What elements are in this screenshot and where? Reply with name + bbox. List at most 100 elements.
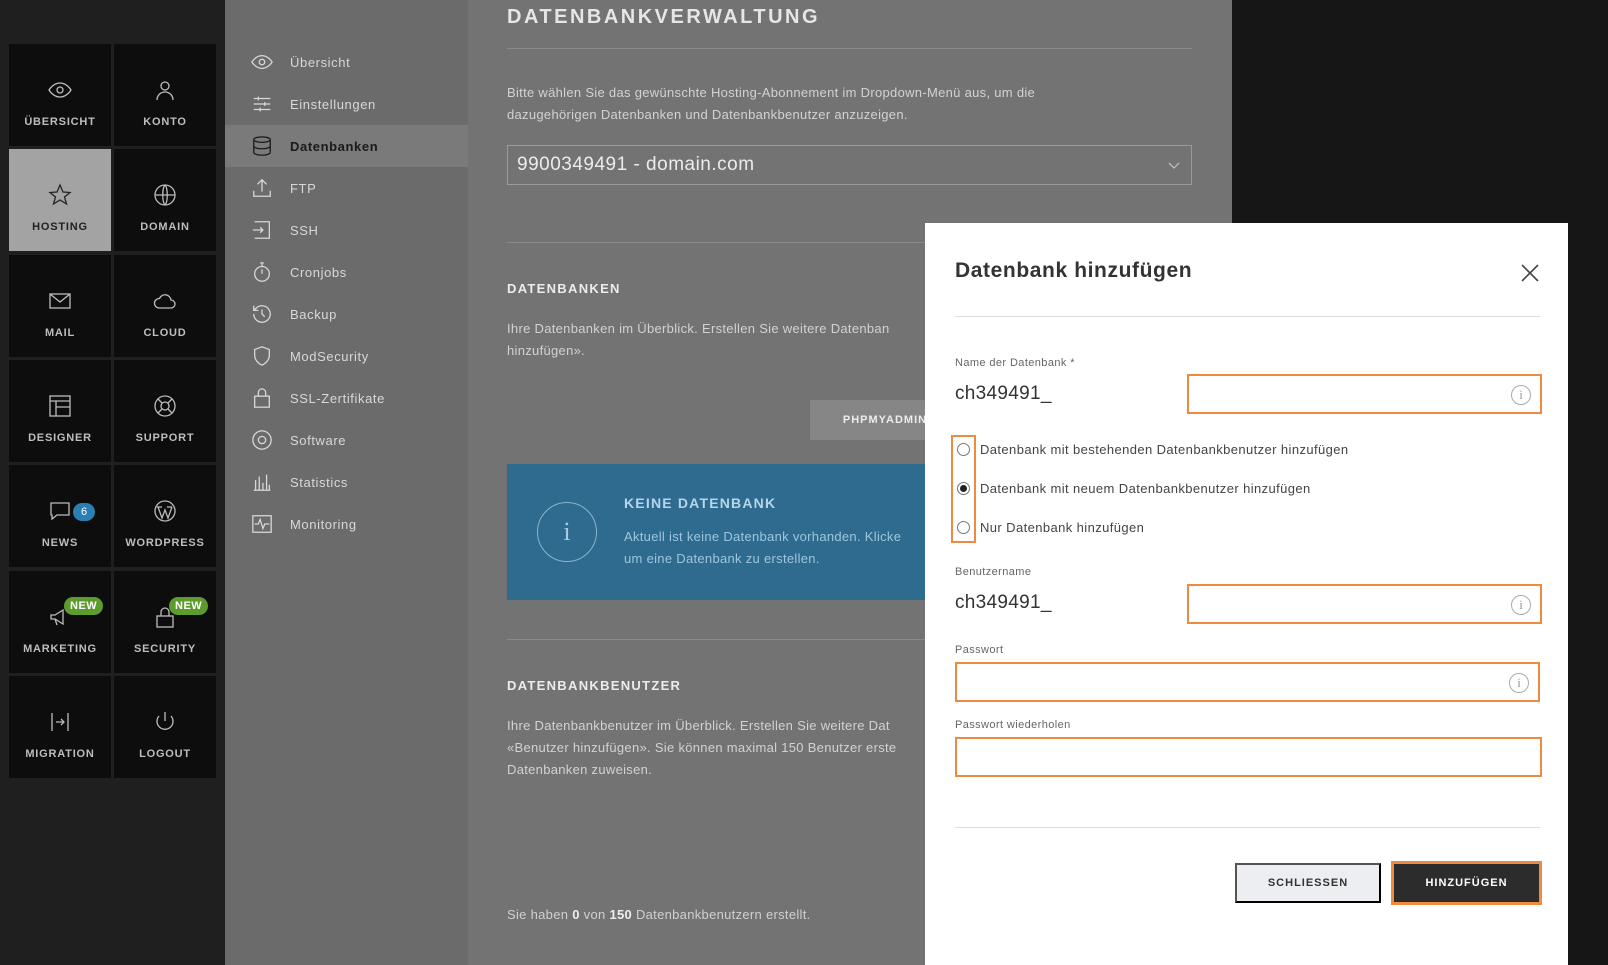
sub-nav-software[interactable]: Software — [225, 419, 468, 461]
tile-domain[interactable]: DOMAIN — [114, 149, 216, 251]
sub-nav-ftp[interactable]: FTP — [225, 167, 468, 209]
db-users-section-title: DATENBANKBENUTZER — [507, 678, 682, 693]
radio-button[interactable] — [957, 520, 970, 534]
subscription-value: 9900349491 - domain.com — [517, 154, 755, 175]
tile-cloud[interactable]: CLOUD — [114, 255, 216, 357]
sub-nav-modsecurity[interactable]: ModSecurity — [225, 335, 468, 377]
tile-migration[interactable]: MIGRATION — [9, 676, 111, 778]
tile-logout[interactable]: LOGOUT — [114, 676, 216, 778]
sub-nav-label: Cronjobs — [290, 264, 347, 280]
password-repeat-input[interactable] — [957, 739, 1540, 775]
radio-database-only[interactable]: Nur Datenbank hinzufügen — [957, 517, 1144, 537]
tile-uebersicht[interactable]: ÜBERSICHT — [9, 44, 111, 146]
sub-nav-label: FTP — [290, 180, 317, 196]
add-database-dialog: Datenbank hinzufügen Name der Datenbank … — [925, 223, 1568, 965]
star-icon — [48, 183, 72, 206]
disc-icon — [252, 430, 272, 450]
upload-icon — [253, 178, 271, 197]
radio-existing-user[interactable]: Datenbank mit bestehenden Datenbankbenut… — [957, 439, 1349, 459]
info-title: KEINE DATENBANK — [624, 495, 777, 511]
databases-section-title: DATENBANKEN — [507, 281, 621, 296]
page-title: DATENBANKVERWALTUNG — [507, 6, 821, 28]
chat-icon — [50, 502, 70, 521]
tile-mail[interactable]: MAIL — [9, 255, 111, 357]
close-button[interactable]: SCHLIESSEN — [1235, 863, 1381, 903]
hosting-sub-nav: Übersicht Einstellungen Datenbanken FTP … — [225, 0, 468, 965]
mail-icon — [49, 293, 71, 309]
new-badge: NEW — [169, 597, 209, 615]
info-text-line-2: um eine Datenbank zu erstellen. — [624, 551, 820, 566]
count-max: 150 — [609, 907, 633, 922]
username-prefix: ch349491_ — [955, 592, 1052, 613]
tile-security[interactable]: NEW SECURITY — [114, 571, 216, 673]
lifebuoy-icon — [154, 395, 176, 417]
db-name-input[interactable] — [1189, 376, 1540, 412]
sub-nav-label: SSH — [290, 222, 319, 238]
sub-nav-label: Backup — [290, 306, 337, 322]
sub-nav-label: Monitoring — [290, 516, 357, 532]
sub-nav-label: Datenbanken — [290, 138, 379, 154]
terminal-icon — [252, 221, 270, 239]
count-suffix: Datenbankbenutzern erstellt. — [635, 907, 811, 922]
sub-nav-einstellungen[interactable]: Einstellungen — [225, 83, 468, 125]
sub-nav-label: Statistics — [290, 474, 349, 490]
tile-support[interactable]: SUPPORT — [114, 360, 216, 462]
sub-nav-uebersicht[interactable]: Übersicht — [225, 41, 468, 83]
tile-label: LOGOUT — [139, 748, 191, 760]
add-button[interactable]: HINZUFÜGEN — [1391, 861, 1542, 905]
username-input[interactable] — [1189, 586, 1540, 622]
count-value: 0 — [572, 907, 580, 922]
info-icon[interactable]: i — [1509, 673, 1529, 693]
radio-new-user[interactable]: Datenbank mit neuem Datenbankbenutzer hi… — [957, 478, 1311, 498]
no-database-info-box: i KEINE DATENBANK Aktuell ist keine Date… — [507, 464, 967, 600]
radio-button-checked[interactable] — [957, 481, 970, 495]
tile-label: KONTO — [143, 116, 187, 128]
migration-icon — [51, 713, 69, 731]
info-icon[interactable]: i — [1511, 385, 1531, 405]
stopwatch-icon — [254, 262, 270, 282]
sub-nav-ssl[interactable]: SSL-Zertifikate — [225, 377, 468, 419]
db-name-prefix: ch349491_ — [955, 383, 1052, 404]
db-users-text-line-2: «Benutzer hinzufügen». Sie können maxima… — [507, 740, 897, 755]
tile-news[interactable]: 6 NEWS — [9, 465, 111, 567]
sub-nav-datenbanken[interactable]: Datenbanken — [225, 125, 468, 167]
db-name-field: i — [1187, 374, 1542, 414]
cloud-icon — [153, 294, 176, 309]
dialog-title: Datenbank hinzufügen — [955, 259, 1193, 282]
databases-text-line-1: Ihre Datenbanken im Überblick. Erstellen… — [507, 321, 890, 336]
tile-label: WORDPRESS — [125, 537, 205, 549]
user-count-text: Sie haben 0 von 150 Datenbankbenutzern e… — [507, 907, 811, 922]
tile-label: CLOUD — [143, 327, 187, 339]
main-tile-nav: ÜBERSICHT KONTO HOSTING DOMAIN MAIL CLOU… — [0, 0, 225, 965]
password-repeat-field — [955, 737, 1542, 777]
user-icon — [156, 81, 174, 101]
info-icon[interactable]: i — [1511, 595, 1531, 615]
db-name-label: Name der Datenbank * — [955, 357, 1075, 369]
db-users-text-line-1: Ihre Datenbankbenutzer im Überblick. Ers… — [507, 718, 890, 733]
intro-text-line-1: Bitte wählen Sie das gewünschte Hosting-… — [507, 85, 1036, 100]
news-count-badge: 6 — [73, 503, 95, 521]
sub-nav-backup[interactable]: Backup — [225, 293, 468, 335]
close-icon[interactable] — [1519, 262, 1541, 284]
databases-text-line-2: hinzufügen». — [507, 343, 586, 358]
tile-hosting[interactable]: HOSTING — [9, 149, 111, 251]
tile-marketing[interactable]: NEW MARKETING — [9, 571, 111, 673]
tile-label: ÜBERSICHT — [24, 116, 96, 128]
sub-nav-monitoring[interactable]: Monitoring — [225, 503, 468, 545]
tile-designer[interactable]: DESIGNER — [9, 360, 111, 462]
shield-icon — [254, 346, 270, 366]
tile-konto[interactable]: KONTO — [114, 44, 216, 146]
sub-nav-label: Software — [290, 432, 347, 448]
sub-nav-cronjobs[interactable]: Cronjobs — [225, 251, 468, 293]
sliders-icon — [253, 96, 271, 112]
intro-text-line-2: dazugehörigen Datenbanken und Datenbankb… — [507, 107, 908, 122]
password-input[interactable] — [957, 664, 1538, 700]
power-icon — [156, 712, 174, 730]
barchart-icon — [253, 474, 271, 491]
sub-nav-ssh[interactable]: SSH — [225, 209, 468, 251]
subscription-select[interactable]: 9900349491 - domain.com — [507, 145, 1192, 185]
sub-nav-statistics[interactable]: Statistics — [225, 461, 468, 503]
sub-nav-label: Übersicht — [290, 54, 351, 70]
radio-button[interactable] — [957, 442, 970, 456]
tile-wordpress[interactable]: WORDPRESS — [114, 465, 216, 567]
